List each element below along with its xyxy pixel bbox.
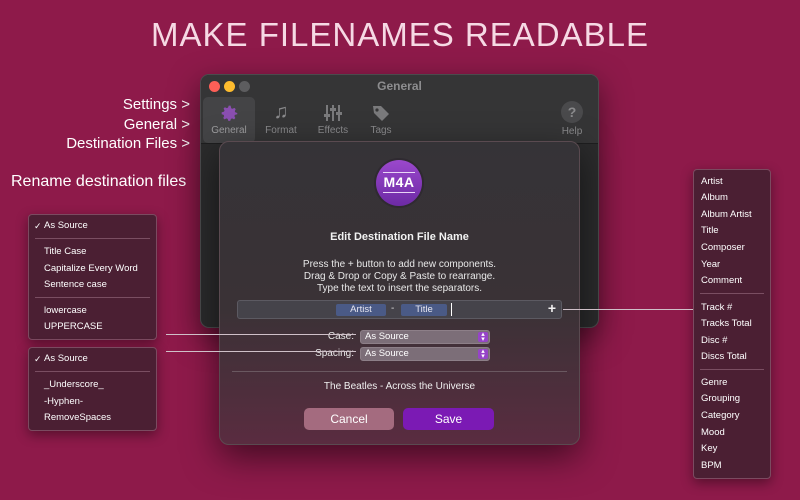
spacing-label: Spacing: — [315, 348, 354, 359]
tab-tags-label: Tags — [370, 125, 392, 136]
spacing-connector-line — [166, 351, 356, 352]
window-title: General — [377, 79, 422, 93]
component-artist[interactable]: Artist — [694, 175, 770, 189]
component-tracks-total[interactable]: Tracks Total — [694, 317, 770, 331]
menu-item-label: As Source — [44, 353, 88, 364]
component-album-artist[interactable]: Album Artist — [694, 208, 770, 222]
component-mood[interactable]: Mood — [694, 426, 770, 440]
help-label: Help — [561, 126, 583, 137]
components-menu: Artist Album Album Artist Title Composer… — [693, 169, 771, 479]
breadcrumb-destination-files: Destination Files > — [66, 135, 190, 152]
spacing-menu: ✓ As Source _Underscore_ -Hyphen- Remove… — [28, 347, 157, 431]
help-icon: ? — [561, 101, 583, 123]
case-connector-line — [166, 334, 356, 335]
component-track-number[interactable]: Track # — [694, 301, 770, 315]
case-option-capitalize-every-word[interactable]: Capitalize Every Word — [29, 262, 156, 276]
sliders-icon — [307, 97, 359, 125]
case-menu: ✓ As Source Title Case Capitalize Every … — [28, 214, 157, 340]
title-bar: General — [201, 75, 598, 97]
tab-general[interactable]: General — [203, 97, 255, 143]
updown-chevron-icon: ▴ ▾ — [478, 348, 488, 360]
spacing-option-hyphen[interactable]: -Hyphen- — [29, 395, 156, 409]
menu-separator — [700, 293, 764, 294]
component-key[interactable]: Key — [694, 442, 770, 456]
help-button[interactable]: ? Help — [552, 99, 592, 137]
component-category[interactable]: Category — [694, 409, 770, 423]
token-title[interactable]: Title — [401, 304, 447, 316]
menu-separator — [35, 371, 150, 372]
m4a-logo-text: M4A — [383, 174, 415, 190]
spacing-popup[interactable]: As Source ▴ ▾ — [360, 347, 490, 361]
sheet-title: Edit Destination File Name — [330, 231, 469, 243]
filename-preview: The Beatles - Across the Universe — [323, 381, 476, 392]
token-artist[interactable]: Artist — [336, 304, 386, 316]
instruction-line: Type the text to insert the separators. — [316, 283, 483, 294]
instruction-line: Drag & Drop or Copy & Paste to rearrange… — [303, 271, 496, 282]
tab-general-label: General — [211, 125, 247, 136]
tab-tags[interactable]: Tags — [355, 97, 407, 143]
component-title[interactable]: Title — [694, 224, 770, 238]
spacing-popup-value: As Source — [365, 348, 409, 359]
breadcrumb-settings: Settings > — [122, 96, 190, 113]
spacing-option-as-source[interactable]: ✓ As Source — [29, 352, 156, 366]
case-option-sentence-case[interactable]: Sentence case — [29, 278, 156, 292]
edit-filename-sheet: M4A Edit Destination File Name Press the… — [219, 141, 580, 445]
instructions: Press the + button to add new components… — [220, 259, 579, 295]
case-option-title-case[interactable]: Title Case — [29, 245, 156, 259]
component-comment[interactable]: Comment — [694, 274, 770, 288]
menu-separator — [35, 238, 150, 239]
m4a-logo-icon: M4A — [376, 160, 422, 206]
gear-icon — [203, 97, 255, 125]
tab-effects-label: Effects — [317, 125, 349, 136]
component-grouping[interactable]: Grouping — [694, 392, 770, 406]
instruction-line: Press the + button to add new components… — [302, 259, 497, 270]
tab-effects[interactable]: Effects — [307, 97, 359, 143]
toolbar: General ♫ Format Effects Tags ? Help — [201, 97, 598, 144]
component-genre[interactable]: Genre — [694, 376, 770, 390]
music-note-icon: ♫ — [273, 101, 289, 123]
case-option-as-source[interactable]: ✓ As Source — [29, 219, 156, 233]
tab-format-label: Format — [265, 125, 297, 136]
save-button[interactable]: Save — [403, 408, 494, 430]
spacing-option-underscore[interactable]: _Underscore_ — [29, 378, 156, 392]
menu-separator — [700, 369, 764, 370]
case-popup-value: As Source — [365, 331, 409, 342]
tag-icon — [355, 97, 407, 125]
rename-label: Rename destination files — [11, 173, 187, 190]
cancel-button[interactable]: Cancel — [304, 408, 394, 430]
component-album[interactable]: Album — [694, 191, 770, 205]
component-composer[interactable]: Composer — [694, 241, 770, 255]
breadcrumb-general: General > — [123, 116, 190, 133]
add-component-button[interactable]: + — [548, 300, 556, 316]
components-connector-line — [563, 309, 693, 310]
case-label: Case: — [327, 331, 354, 342]
component-disc-number[interactable]: Disc # — [694, 334, 770, 348]
checkmark-icon: ✓ — [34, 221, 42, 231]
case-option-uppercase[interactable]: UPPERCASE — [29, 320, 156, 334]
menu-separator — [35, 297, 150, 298]
text-cursor — [451, 303, 452, 316]
updown-chevron-icon: ▴ ▾ — [478, 331, 488, 343]
menu-item-label: As Source — [44, 220, 88, 231]
spacing-option-remove-spaces[interactable]: RemoveSpaces — [29, 411, 156, 425]
case-popup[interactable]: As Source ▴ ▾ — [360, 330, 490, 344]
filename-token-field[interactable]: Artist - Title + — [237, 300, 562, 319]
component-bpm[interactable]: BPM — [694, 459, 770, 473]
component-discs-total[interactable]: Discs Total — [694, 350, 770, 364]
checkmark-icon: ✓ — [34, 354, 42, 364]
headline: MAKE FILENAMES READABLE — [151, 16, 649, 53]
component-year[interactable]: Year — [694, 258, 770, 272]
case-option-lowercase[interactable]: lowercase — [29, 304, 156, 318]
tab-format[interactable]: ♫ Format — [255, 97, 307, 143]
token-separator[interactable]: - — [391, 303, 394, 314]
divider — [232, 371, 567, 372]
